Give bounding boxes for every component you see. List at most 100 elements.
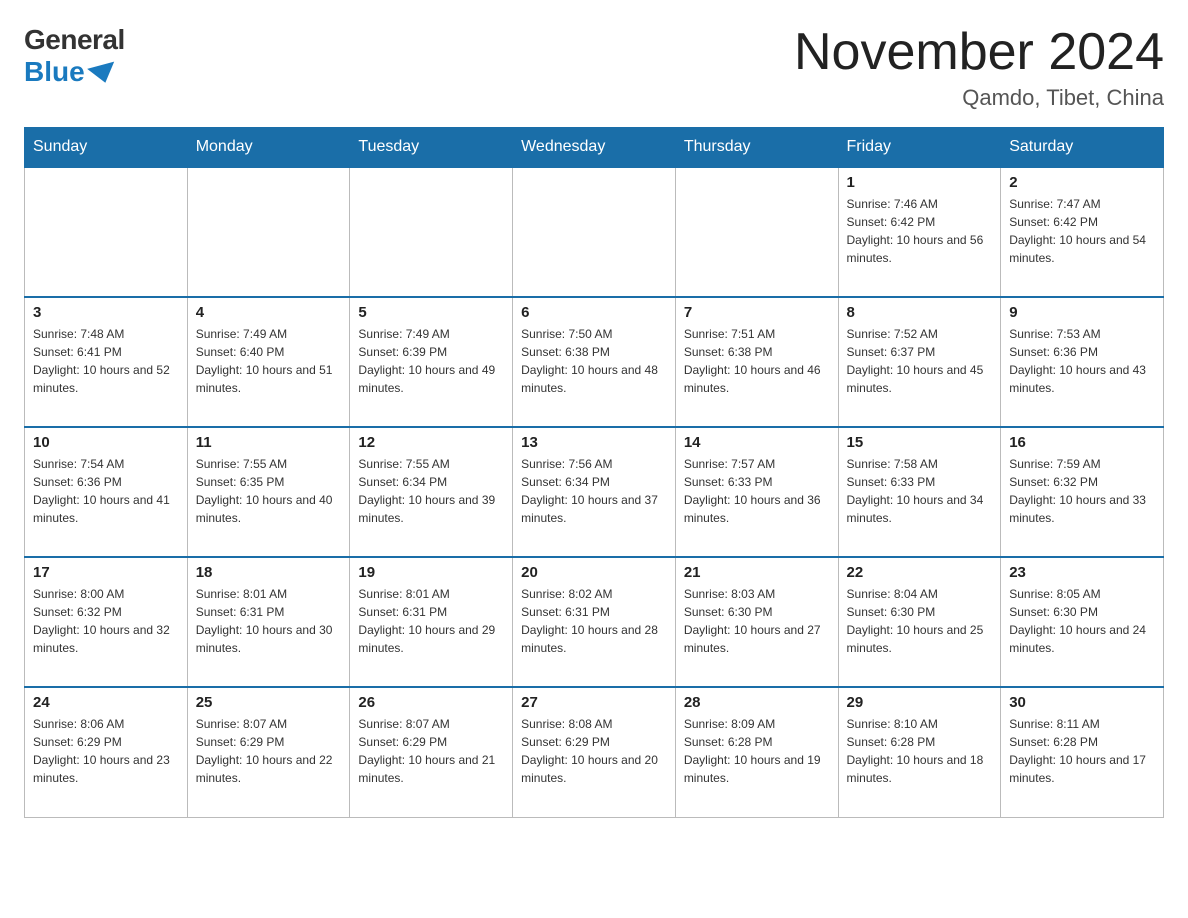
calendar-cell: 13Sunrise: 7:56 AMSunset: 6:34 PMDayligh… bbox=[513, 427, 676, 557]
day-info: Sunrise: 8:03 AMSunset: 6:30 PMDaylight:… bbox=[684, 585, 830, 657]
day-number: 21 bbox=[684, 564, 830, 581]
weekday-header-tuesday: Tuesday bbox=[350, 128, 513, 168]
day-number: 19 bbox=[358, 564, 504, 581]
page-header: General Blue November 2024 Qamdo, Tibet,… bbox=[24, 24, 1164, 111]
day-number: 26 bbox=[358, 694, 504, 711]
day-info: Sunrise: 7:59 AMSunset: 6:32 PMDaylight:… bbox=[1009, 455, 1155, 527]
calendar-cell: 19 Sunrise: 8:01 AMSunset: 6:31 PMDayligh… bbox=[350, 557, 513, 687]
weekday-header-wednesday: Wednesday bbox=[513, 128, 676, 168]
day-info: Sunrise: 7:51 AMSunset: 6:38 PMDaylight:… bbox=[684, 325, 830, 397]
calendar-cell: 5 Sunrise: 7:49 AMSunset: 6:39 PMDaylight… bbox=[350, 297, 513, 427]
calendar-cell: 18Sunrise: 8:01 AMSunset: 6:31 PMDayligh… bbox=[187, 557, 350, 687]
logo-general-text: General bbox=[24, 24, 125, 56]
day-number: 10 bbox=[33, 434, 179, 451]
day-number: 1 bbox=[847, 174, 993, 191]
day-number: 8 bbox=[847, 304, 993, 321]
day-info: Sunrise: 8:04 AMSunset: 6:30 PMDaylight:… bbox=[847, 585, 993, 657]
day-number: 9 bbox=[1009, 304, 1155, 321]
day-number: 20 bbox=[521, 564, 667, 581]
day-info: Sunrise: 8:08 AMSunset: 6:29 PMDaylight:… bbox=[521, 715, 667, 787]
day-info: Sunrise: 8:00 AMSunset: 6:32 PMDaylight:… bbox=[33, 585, 179, 657]
day-info: Sunrise: 7:54 AMSunset: 6:36 PMDaylight:… bbox=[33, 455, 179, 527]
month-title: November 2024 bbox=[794, 24, 1164, 81]
weekday-header-friday: Friday bbox=[838, 128, 1001, 168]
day-number: 16 bbox=[1009, 434, 1155, 451]
day-info: Sunrise: 8:11 AMSunset: 6:28 PMDaylight:… bbox=[1009, 715, 1155, 787]
day-info: Sunrise: 7:48 AMSunset: 6:41 PMDaylight:… bbox=[33, 325, 179, 397]
day-number: 5 bbox=[358, 304, 504, 321]
weekday-header-monday: Monday bbox=[187, 128, 350, 168]
calendar-cell: 11 Sunrise: 7:55 AMSunset: 6:35 PMDayligh… bbox=[187, 427, 350, 557]
calendar-cell: 2 Sunrise: 7:47 AMSunset: 6:42 PMDaylight… bbox=[1001, 167, 1164, 297]
day-info: Sunrise: 7:58 AMSunset: 6:33 PMDaylight:… bbox=[847, 455, 993, 527]
title-section: November 2024 Qamdo, Tibet, China bbox=[794, 24, 1164, 111]
calendar-week-row: 10 Sunrise: 7:54 AMSunset: 6:36 PMDayligh… bbox=[25, 427, 1164, 557]
day-number: 7 bbox=[684, 304, 830, 321]
calendar-table: SundayMondayTuesdayWednesdayThursdayFrid… bbox=[24, 127, 1164, 818]
day-info: Sunrise: 7:55 AMSunset: 6:35 PMDaylight:… bbox=[196, 455, 342, 527]
day-number: 24 bbox=[33, 694, 179, 711]
logo: General Blue bbox=[24, 24, 125, 88]
calendar-week-row: 17 Sunrise: 8:00 AMSunset: 6:32 PMDayligh… bbox=[25, 557, 1164, 687]
day-number: 22 bbox=[847, 564, 993, 581]
calendar-week-row: 1 Sunrise: 7:46 AMSunset: 6:42 PMDaylight… bbox=[25, 167, 1164, 297]
calendar-header-row: SundayMondayTuesdayWednesdayThursdayFrid… bbox=[25, 128, 1164, 168]
location-subtitle: Qamdo, Tibet, China bbox=[794, 85, 1164, 111]
calendar-cell: 8 Sunrise: 7:52 AMSunset: 6:37 PMDaylight… bbox=[838, 297, 1001, 427]
calendar-cell: 10 Sunrise: 7:54 AMSunset: 6:36 PMDayligh… bbox=[25, 427, 188, 557]
day-number: 11 bbox=[196, 434, 342, 451]
logo-blue-text: Blue bbox=[24, 56, 119, 88]
day-info: Sunrise: 7:46 AMSunset: 6:42 PMDaylight:… bbox=[847, 195, 993, 267]
calendar-cell bbox=[25, 167, 188, 297]
calendar-cell bbox=[513, 167, 676, 297]
calendar-cell: 4Sunrise: 7:49 AMSunset: 6:40 PMDaylight… bbox=[187, 297, 350, 427]
day-number: 3 bbox=[33, 304, 179, 321]
day-info: Sunrise: 7:52 AMSunset: 6:37 PMDaylight:… bbox=[847, 325, 993, 397]
day-number: 13 bbox=[521, 434, 667, 451]
day-info: Sunrise: 8:07 AMSunset: 6:29 PMDaylight:… bbox=[358, 715, 504, 787]
day-info: Sunrise: 7:47 AMSunset: 6:42 PMDaylight:… bbox=[1009, 195, 1155, 267]
calendar-cell: 29Sunrise: 8:10 AMSunset: 6:28 PMDayligh… bbox=[838, 687, 1001, 817]
day-number: 30 bbox=[1009, 694, 1155, 711]
calendar-cell: 28 Sunrise: 8:09 AMSunset: 6:28 PMDayligh… bbox=[675, 687, 838, 817]
calendar-cell: 7 Sunrise: 7:51 AMSunset: 6:38 PMDaylight… bbox=[675, 297, 838, 427]
day-number: 29 bbox=[847, 694, 993, 711]
day-number: 28 bbox=[684, 694, 830, 711]
day-number: 25 bbox=[196, 694, 342, 711]
calendar-week-row: 24 Sunrise: 8:06 AMSunset: 6:29 PMDayligh… bbox=[25, 687, 1164, 817]
day-info: Sunrise: 7:50 AMSunset: 6:38 PMDaylight:… bbox=[521, 325, 667, 397]
calendar-cell: 24 Sunrise: 8:06 AMSunset: 6:29 PMDayligh… bbox=[25, 687, 188, 817]
day-info: Sunrise: 8:07 AMSunset: 6:29 PMDaylight:… bbox=[196, 715, 342, 787]
calendar-cell: 1 Sunrise: 7:46 AMSunset: 6:42 PMDaylight… bbox=[838, 167, 1001, 297]
calendar-cell: 30 Sunrise: 8:11 AMSunset: 6:28 PMDayligh… bbox=[1001, 687, 1164, 817]
calendar-cell bbox=[187, 167, 350, 297]
calendar-cell: 27 Sunrise: 8:08 AMSunset: 6:29 PMDayligh… bbox=[513, 687, 676, 817]
day-info: Sunrise: 8:05 AMSunset: 6:30 PMDaylight:… bbox=[1009, 585, 1155, 657]
day-info: Sunrise: 7:57 AMSunset: 6:33 PMDaylight:… bbox=[684, 455, 830, 527]
calendar-cell: 26 Sunrise: 8:07 AMSunset: 6:29 PMDayligh… bbox=[350, 687, 513, 817]
calendar-cell: 9Sunrise: 7:53 AMSunset: 6:36 PMDaylight… bbox=[1001, 297, 1164, 427]
weekday-header-saturday: Saturday bbox=[1001, 128, 1164, 168]
day-number: 6 bbox=[521, 304, 667, 321]
weekday-header-thursday: Thursday bbox=[675, 128, 838, 168]
calendar-cell: 6 Sunrise: 7:50 AMSunset: 6:38 PMDaylight… bbox=[513, 297, 676, 427]
weekday-header-sunday: Sunday bbox=[25, 128, 188, 168]
calendar-cell: 3 Sunrise: 7:48 AMSunset: 6:41 PMDaylight… bbox=[25, 297, 188, 427]
day-info: Sunrise: 8:06 AMSunset: 6:29 PMDaylight:… bbox=[33, 715, 179, 787]
day-number: 2 bbox=[1009, 174, 1155, 191]
calendar-cell: 20Sunrise: 8:02 AMSunset: 6:31 PMDayligh… bbox=[513, 557, 676, 687]
day-info: Sunrise: 8:09 AMSunset: 6:28 PMDaylight:… bbox=[684, 715, 830, 787]
day-number: 12 bbox=[358, 434, 504, 451]
calendar-cell: 16 Sunrise: 7:59 AMSunset: 6:32 PMDayligh… bbox=[1001, 427, 1164, 557]
day-number: 27 bbox=[521, 694, 667, 711]
calendar-cell bbox=[675, 167, 838, 297]
calendar-cell: 17 Sunrise: 8:00 AMSunset: 6:32 PMDayligh… bbox=[25, 557, 188, 687]
day-info: Sunrise: 8:01 AMSunset: 6:31 PMDaylight:… bbox=[196, 585, 342, 657]
day-info: Sunrise: 7:49 AMSunset: 6:40 PMDaylight:… bbox=[196, 325, 342, 397]
day-info: Sunrise: 8:01 AMSunset: 6:31 PMDaylight:… bbox=[358, 585, 504, 657]
day-number: 17 bbox=[33, 564, 179, 581]
calendar-cell: 12Sunrise: 7:55 AMSunset: 6:34 PMDayligh… bbox=[350, 427, 513, 557]
calendar-week-row: 3 Sunrise: 7:48 AMSunset: 6:41 PMDaylight… bbox=[25, 297, 1164, 427]
day-info: Sunrise: 7:49 AMSunset: 6:39 PMDaylight:… bbox=[358, 325, 504, 397]
day-number: 23 bbox=[1009, 564, 1155, 581]
